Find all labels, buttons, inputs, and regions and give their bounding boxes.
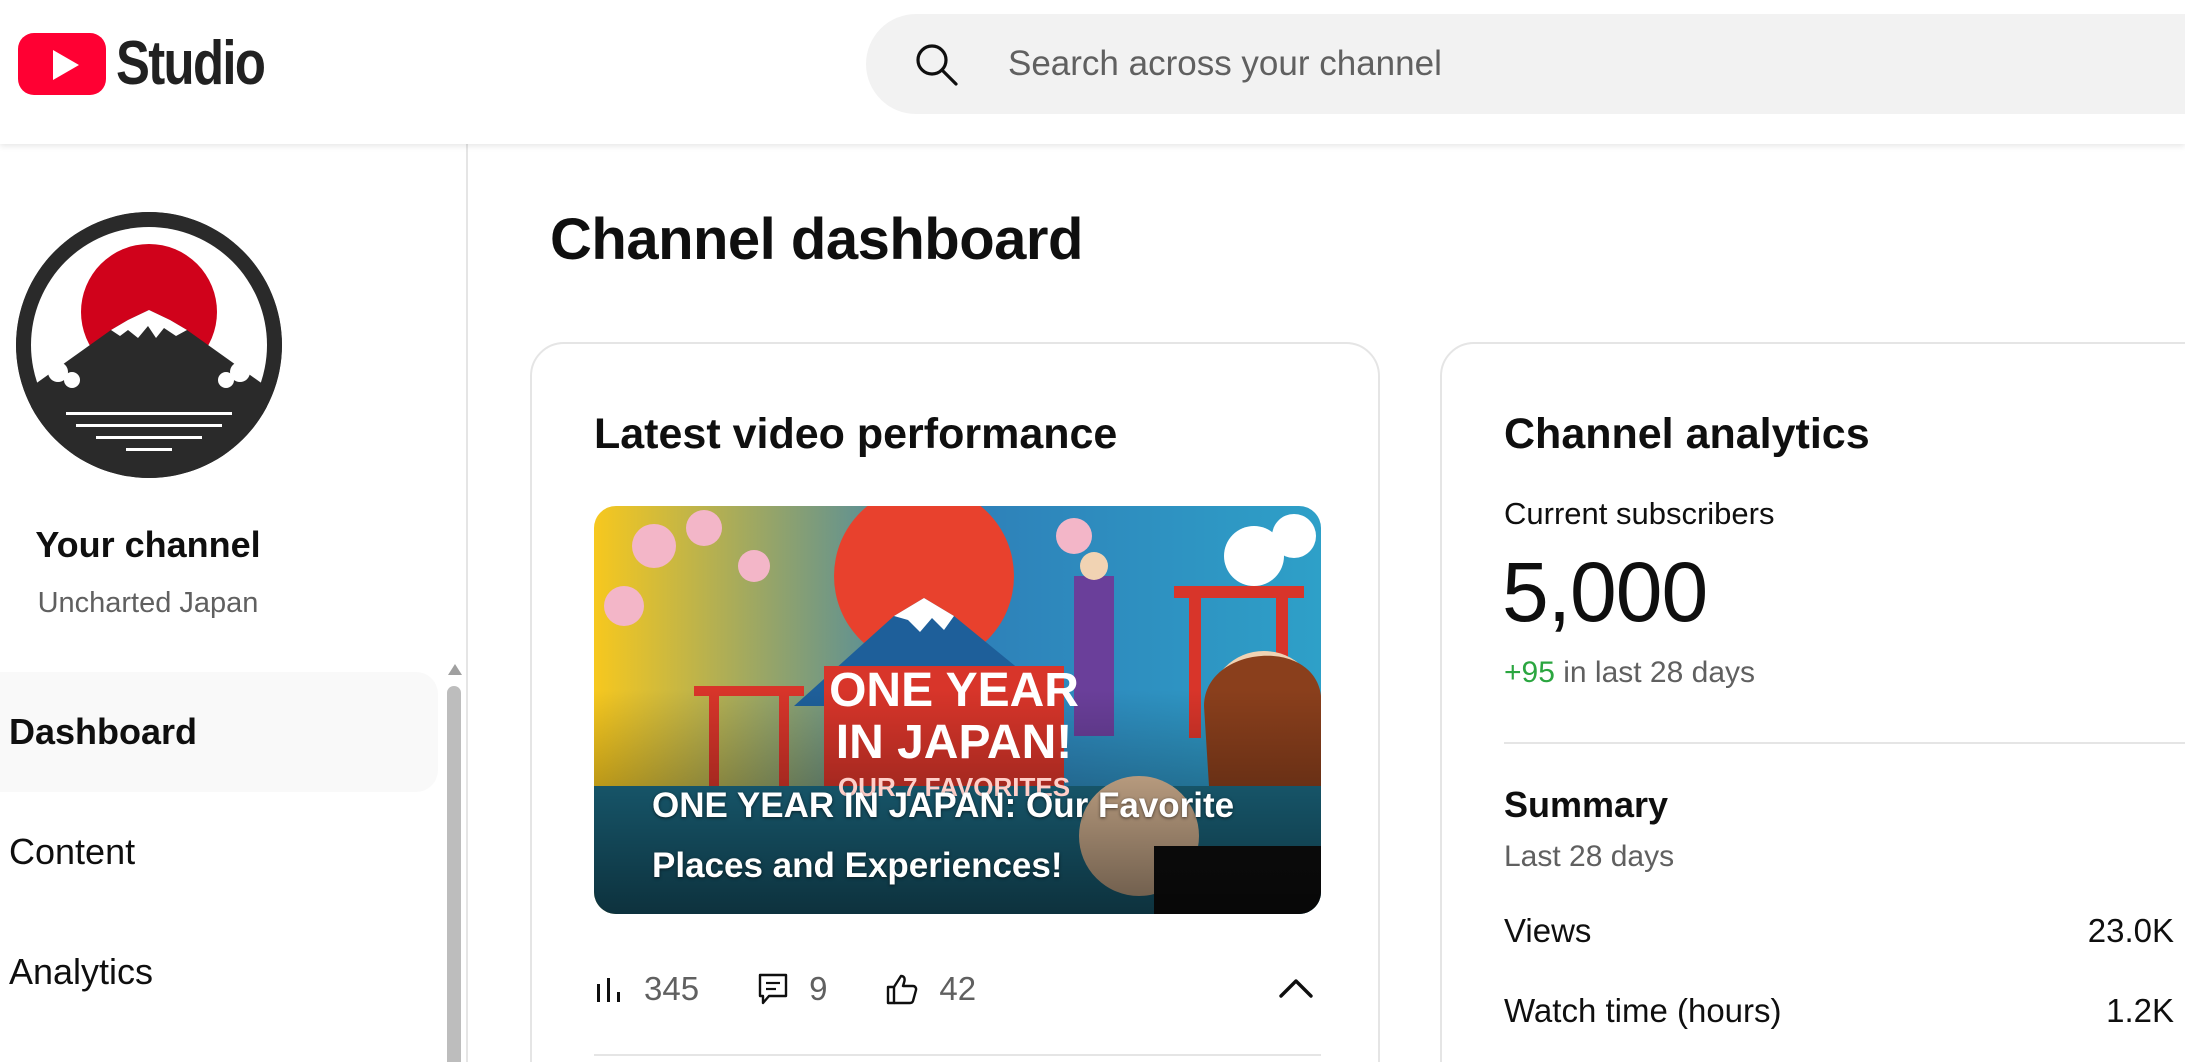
sidebar-item-label: Dashboard <box>9 711 198 752</box>
sidebar: Your channel Uncharted Japan Dashboard C… <box>0 144 468 1062</box>
thumbnail-text-line2: IN JAPAN! <box>836 716 1072 769</box>
thumbs-up-icon <box>887 974 918 1005</box>
subscribers-delta-value: +95 <box>1504 656 1555 689</box>
scrollbar-thumb[interactable] <box>447 686 461 1062</box>
comments-stat: 9 <box>757 970 827 1008</box>
thumbnail-text-line1: ONE YEAR <box>829 664 1079 717</box>
divider <box>1504 742 2185 744</box>
subscribers-delta: +95 in last 28 days <box>1504 656 1755 690</box>
bar-chart-icon <box>597 978 620 1002</box>
chevron-up-icon[interactable] <box>1275 968 1317 1010</box>
search-bar[interactable] <box>866 14 2185 114</box>
sidebar-item-analytics[interactable]: Analytics <box>0 912 438 1032</box>
metric-row-views: Views 23.0K <box>1504 912 2174 950</box>
summary-period: Last 28 days <box>1504 840 1675 873</box>
channel-name: Uncharted Japan <box>37 587 259 619</box>
logo-text: Studio <box>116 29 266 98</box>
search-input[interactable] <box>1008 38 2108 90</box>
card-title: Latest video performance <box>594 410 1118 458</box>
latest-video-card: Latest video performance ONE YEAR IN JAP… <box>530 342 1380 1062</box>
subscribers-delta-suffix: in last 28 days <box>1554 656 1756 689</box>
metric-value: 23.0K <box>2087 912 2174 949</box>
channel-analytics-card: Channel analytics Current subscribers 5,… <box>1440 342 2185 1062</box>
metric-label: Watch time (hours) <box>1504 992 1782 1029</box>
views-stat: 345 <box>594 970 699 1008</box>
card-title: Channel analytics <box>1504 410 1870 458</box>
divider <box>594 1054 1321 1056</box>
youtube-play-icon <box>18 32 106 95</box>
comments-count: 9 <box>809 970 828 1007</box>
views-count: 345 <box>644 970 700 1007</box>
metric-label: Views <box>1504 912 1592 949</box>
scroll-up-arrow-icon[interactable] <box>448 664 462 675</box>
mount-fuji-logo-icon <box>16 212 282 478</box>
likes-stat: 42 <box>885 970 976 1008</box>
subscribers-count: 5,000 <box>1502 545 1708 639</box>
summary-title: Summary <box>1504 784 1669 825</box>
video-stats-row: 345 9 42 <box>594 954 1321 1024</box>
sidebar-scrollbar[interactable] <box>446 664 462 1062</box>
your-channel-label: Your channel <box>35 524 261 565</box>
video-thumbnail[interactable]: ONE YEAR IN JAPAN! OUR 7 FAVORITES ONE Y… <box>594 506 1321 914</box>
metric-value: 1.2K <box>2106 992 2174 1029</box>
metric-row-watch-time: Watch time (hours) 1.2K <box>1504 992 2174 1030</box>
search-icon[interactable] <box>912 40 960 88</box>
top-header: Studio <box>0 0 2185 144</box>
likes-count: 42 <box>939 970 977 1007</box>
studio-logo[interactable]: Studio <box>18 28 297 99</box>
subscribers-label: Current subscribers <box>1504 496 1775 531</box>
sidebar-item-label: Analytics <box>9 951 154 992</box>
sidebar-item-content[interactable]: Content <box>0 792 438 912</box>
sidebar-item-label: Content <box>9 831 136 872</box>
page-title: Channel dashboard <box>550 207 1083 272</box>
sidebar-item-dashboard[interactable]: Dashboard <box>0 672 438 792</box>
comment-icon <box>758 973 788 1005</box>
channel-avatar[interactable] <box>16 212 282 478</box>
video-title[interactable]: ONE YEAR IN JAPAN: Our Favorite Places a… <box>652 776 1272 896</box>
